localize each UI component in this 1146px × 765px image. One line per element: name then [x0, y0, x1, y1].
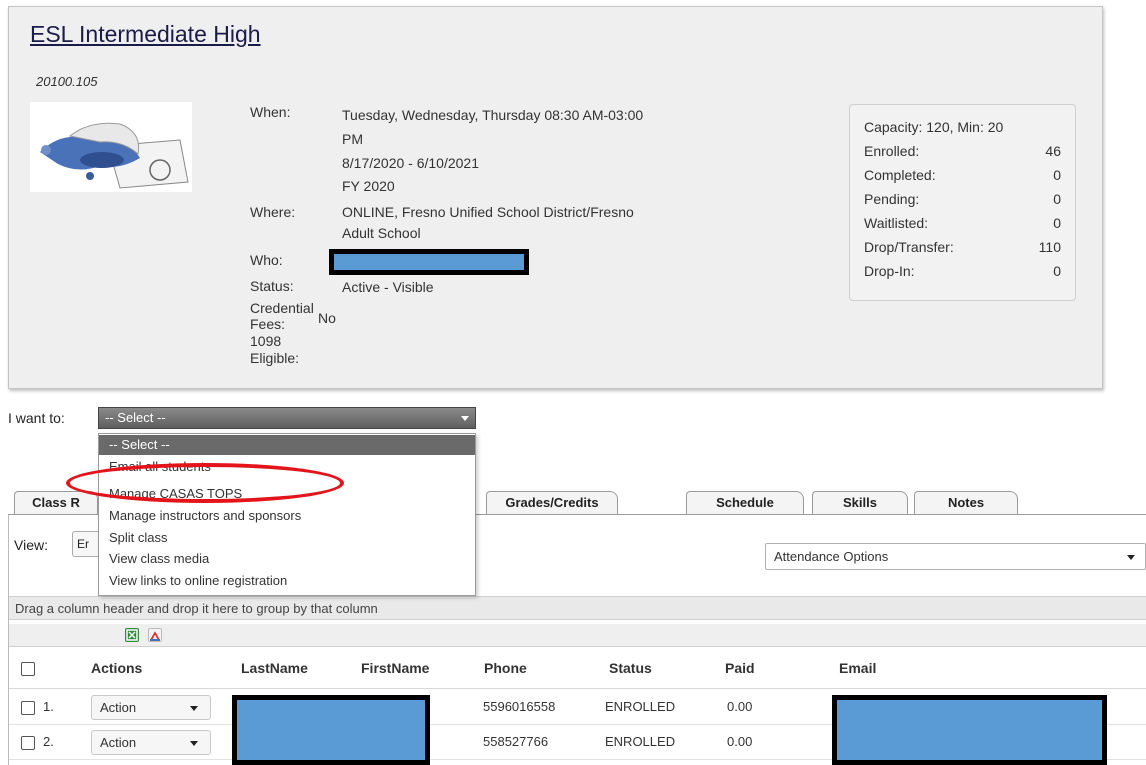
highlight-circle	[66, 463, 344, 503]
export-toolbar	[9, 624, 1146, 647]
chevron-down-icon	[461, 416, 469, 421]
row-action-select[interactable]: Action	[91, 730, 211, 755]
option-view-online-registration-links[interactable]: View links to online registration	[99, 571, 475, 591]
option-view-class-media[interactable]: View class media	[99, 549, 475, 569]
class-title-link[interactable]: ESL Intermediate High	[30, 21, 261, 48]
credential-fees-value: No	[318, 310, 336, 326]
when-dates: 8/17/2020 - 6/10/2021	[342, 155, 480, 171]
i-want-to-select[interactable]: -- Select --	[98, 407, 476, 429]
enrollment-stats-box: Capacity: 120, Min: 20 Enrolled: 46 Compl…	[849, 104, 1076, 301]
group-by-drop-area[interactable]: Drag a column header and drop it here to…	[9, 596, 1146, 620]
view-label: View:	[14, 537, 48, 553]
select-all-checkbox[interactable]	[21, 662, 35, 676]
attendance-options-select[interactable]: Attendance Options	[765, 543, 1146, 570]
when-time-suffix: PM	[342, 131, 363, 147]
where-line-2: Adult School	[342, 225, 421, 241]
eligible-label-1: 1098	[250, 333, 282, 349]
column-header-email[interactable]: Email	[839, 660, 876, 676]
class-thumbnail-image	[30, 102, 192, 192]
tab-skills[interactable]: Skills	[812, 491, 908, 514]
status-value: Active - Visible	[342, 279, 434, 295]
where-line-1: ONLINE, Fresno Unified School District/F…	[342, 204, 634, 220]
pdf-export-icon[interactable]	[148, 628, 162, 642]
tab-class-roster[interactable]: Class R	[14, 491, 98, 514]
column-header-actions[interactable]: Actions	[91, 660, 142, 676]
tab-notes[interactable]: Notes	[914, 491, 1018, 514]
row-action-select[interactable]: Action	[91, 695, 211, 720]
eligible-label-2: Eligible:	[250, 350, 300, 366]
where-label: Where:	[250, 204, 296, 220]
tab-schedule[interactable]: Schedule	[686, 491, 804, 514]
column-header-lastname[interactable]: LastName	[241, 660, 308, 676]
chevron-down-icon	[190, 706, 198, 711]
row-phone: 558527766	[483, 734, 549, 749]
credential-fees-label-1: Credential	[250, 300, 314, 316]
status-label: Status:	[250, 278, 294, 294]
i-want-to-dropdown: -- Select -- Email all students Manage C…	[98, 433, 476, 596]
i-want-to-label: I want to:	[8, 410, 65, 426]
stat-waitlisted: Waitlisted: 0	[864, 215, 1061, 231]
name-redaction	[232, 695, 430, 765]
option-select[interactable]: -- Select --	[99, 435, 475, 455]
class-code: 20100.105	[36, 74, 98, 89]
stat-drop-transfer: Drop/Transfer: 110	[864, 239, 1061, 255]
row-status: ENROLLED	[605, 734, 676, 749]
row-checkbox[interactable]	[21, 701, 35, 715]
when-label: When:	[250, 104, 291, 120]
email-redaction	[832, 695, 1107, 765]
chevron-down-icon	[1127, 555, 1135, 560]
when-days-time: Tuesday, Wednesday, Thursday 08:30 AM-03…	[342, 107, 644, 123]
option-manage-instructors[interactable]: Manage instructors and sponsors	[99, 506, 475, 526]
row-number: 2.	[43, 734, 54, 749]
column-header-firstname[interactable]: FirstName	[361, 660, 429, 676]
stat-enrolled: Enrolled: 46	[864, 143, 1061, 159]
excel-export-icon[interactable]	[125, 628, 139, 642]
stat-pending: Pending: 0	[864, 191, 1061, 207]
stat-completed: Completed: 0	[864, 167, 1061, 183]
capacity-text: Capacity: 120, Min: 20	[864, 119, 1004, 135]
grid-header-row: Actions LastName FirstName Phone Status …	[9, 648, 1146, 689]
who-label: Who:	[250, 252, 283, 268]
row-paid: 0.00	[727, 734, 753, 749]
row-status: ENROLLED	[605, 699, 676, 714]
column-header-phone[interactable]: Phone	[484, 660, 527, 676]
tab-grades-credits[interactable]: Grades/Credits	[486, 491, 618, 514]
row-checkbox[interactable]	[21, 736, 35, 750]
column-header-paid[interactable]: Paid	[725, 660, 755, 676]
row-phone: 5596016558	[483, 699, 556, 714]
column-header-status[interactable]: Status	[609, 660, 652, 676]
option-split-class[interactable]: Split class	[99, 528, 475, 548]
credential-fees-label-2: Fees:	[250, 316, 286, 332]
row-paid: 0.00	[727, 699, 753, 714]
who-redaction	[329, 249, 529, 275]
row-number: 1.	[43, 699, 54, 714]
chevron-down-icon	[190, 741, 198, 746]
stat-drop-in: Drop-In: 0	[864, 263, 1061, 279]
when-fiscal-year: FY 2020	[342, 178, 395, 194]
